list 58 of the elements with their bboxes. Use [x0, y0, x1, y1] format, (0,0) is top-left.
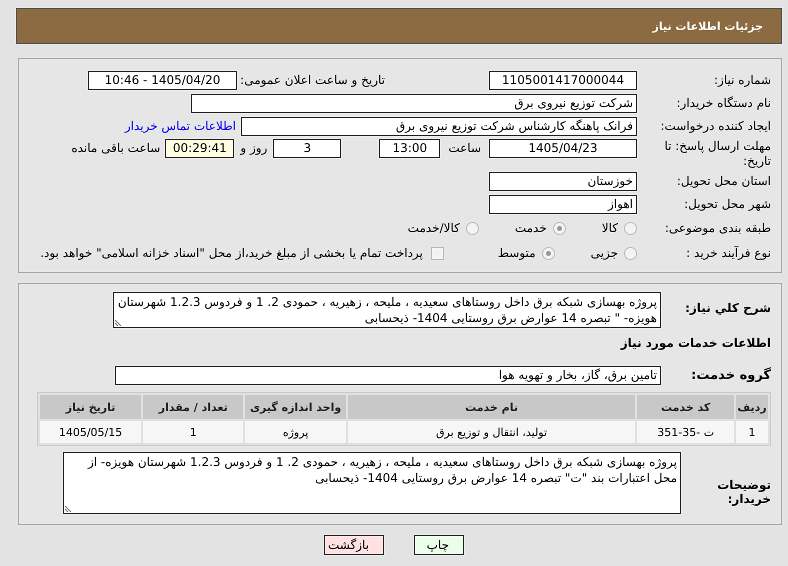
section-heading: اطلاعات خدمات مورد نیاز [620, 336, 771, 350]
resize-grip-icon[interactable] [65, 504, 73, 512]
radio-button[interactable] [624, 246, 637, 260]
field-label: مهلت ارسال پاسخ: تا تاریخ: [663, 139, 771, 169]
city-field: اهواز [489, 194, 637, 214]
radio-button[interactable] [552, 222, 566, 234]
radio-button[interactable] [466, 222, 479, 234]
field-label: استان محل تحویل: [676, 174, 771, 188]
payment-checkbox[interactable] [430, 246, 444, 260]
need-number-field: 1105001417000044 [489, 70, 637, 90]
column-header: تاریخ نیاز [40, 395, 142, 419]
field-label: نوع فرآیند خرید : [685, 246, 771, 260]
buyer-contact-link[interactable]: اطلاعات تماس خریدار [124, 119, 236, 133]
buyer-org-field: شرکت توزیع نیروی برق [191, 94, 637, 112]
days-field: 3 [273, 139, 342, 158]
field-label: گروه خدمت: [690, 368, 771, 382]
column-header: تعداد / مقدار [143, 395, 244, 419]
radio-button[interactable] [624, 222, 637, 234]
table-cell: 1 [143, 421, 244, 443]
table-cell: ت -35-351 [637, 421, 734, 443]
time-label: ساعت [448, 141, 481, 155]
days-label: روز و [240, 141, 268, 155]
field-label: شهر محل تحویل: [683, 197, 771, 211]
table-cell: 1405/05/15 [40, 421, 142, 443]
radio-label: کالا [602, 221, 618, 235]
payment-label: پرداخت تمام یا بخشی از مبلغ خرید،از محل "اسناد خزانه اسلامی" خواهد بود. [40, 246, 423, 260]
column-header: کد خدمت [637, 395, 734, 419]
field-label: توضیحات خریدار: [716, 478, 771, 506]
buyer-notes-field: پروژه بهسازی شبکه برق داخل روستاهای سعیدیه ، ملیحه ، زهیریه ، حمودی 2. 1 و فردوس 1.2.3 شهرستان هویزه- از محل اعتبارات بند "ت" تبصره 14 عوارض برق روستایی 1404- ذیحسابی [63, 452, 681, 514]
field-label: شرح کلي نياز: [684, 301, 771, 315]
table-cell: تولید، انتقال و توزیع برق [348, 421, 636, 443]
creator-field: فرانک پاهنگه کارشناس شرکت توزیع نیروی برق [241, 116, 637, 136]
table-cell: پروژه [245, 421, 346, 443]
table-cell: 1 [736, 421, 768, 443]
column-header: واحد اندازه گیری [245, 395, 346, 419]
province-field: خوزستان [489, 172, 637, 190]
remaining-time-field: 00:29:41 [165, 139, 234, 158]
resize-grip-icon[interactable] [115, 318, 123, 326]
radio-label: کالا/خدمت [408, 221, 460, 235]
print-button[interactable]: چاپ [414, 535, 464, 555]
field-label: ایجاد کننده درخواست: [659, 119, 771, 133]
deadline-time-field: 13:00 [379, 139, 440, 158]
field-label: طبقه بندی موضوعی: [664, 221, 771, 235]
remaining-label: ساعت باقی مانده [71, 141, 160, 155]
back-button[interactable]: بازگشت [324, 535, 384, 555]
column-header: ردیف [736, 395, 768, 419]
announce-date-field: 1405/04/20 - 10:46 [88, 70, 237, 90]
radio-label: خدمت [514, 221, 547, 235]
page-title: جزئیات اطلاعات نیاز [652, 20, 763, 32]
summary-field: پروژه بهسازی شبکه برق داخل روستاهای سعیدیه ، ملیحه ، زهیریه ، حمودی 2. 1 و فردوس 1.2.3 شهرستان هویزه- " تبصره 14 عوارض برق روستایی 1404- ذیحسابی [113, 292, 661, 328]
radio-label: متوسط [498, 246, 536, 260]
service-group-field: تامین برق، گاز، بخار و تهویه هوا [115, 366, 661, 384]
field-label: نام دستگاه خریدار: [676, 96, 771, 110]
radio-label: جزیی [590, 246, 618, 260]
deadline-date-field: 1405/04/23 [489, 139, 637, 158]
radio-button[interactable] [542, 246, 555, 260]
field-label: شماره نیاز: [713, 73, 771, 87]
column-header: نام خدمت [348, 395, 636, 419]
